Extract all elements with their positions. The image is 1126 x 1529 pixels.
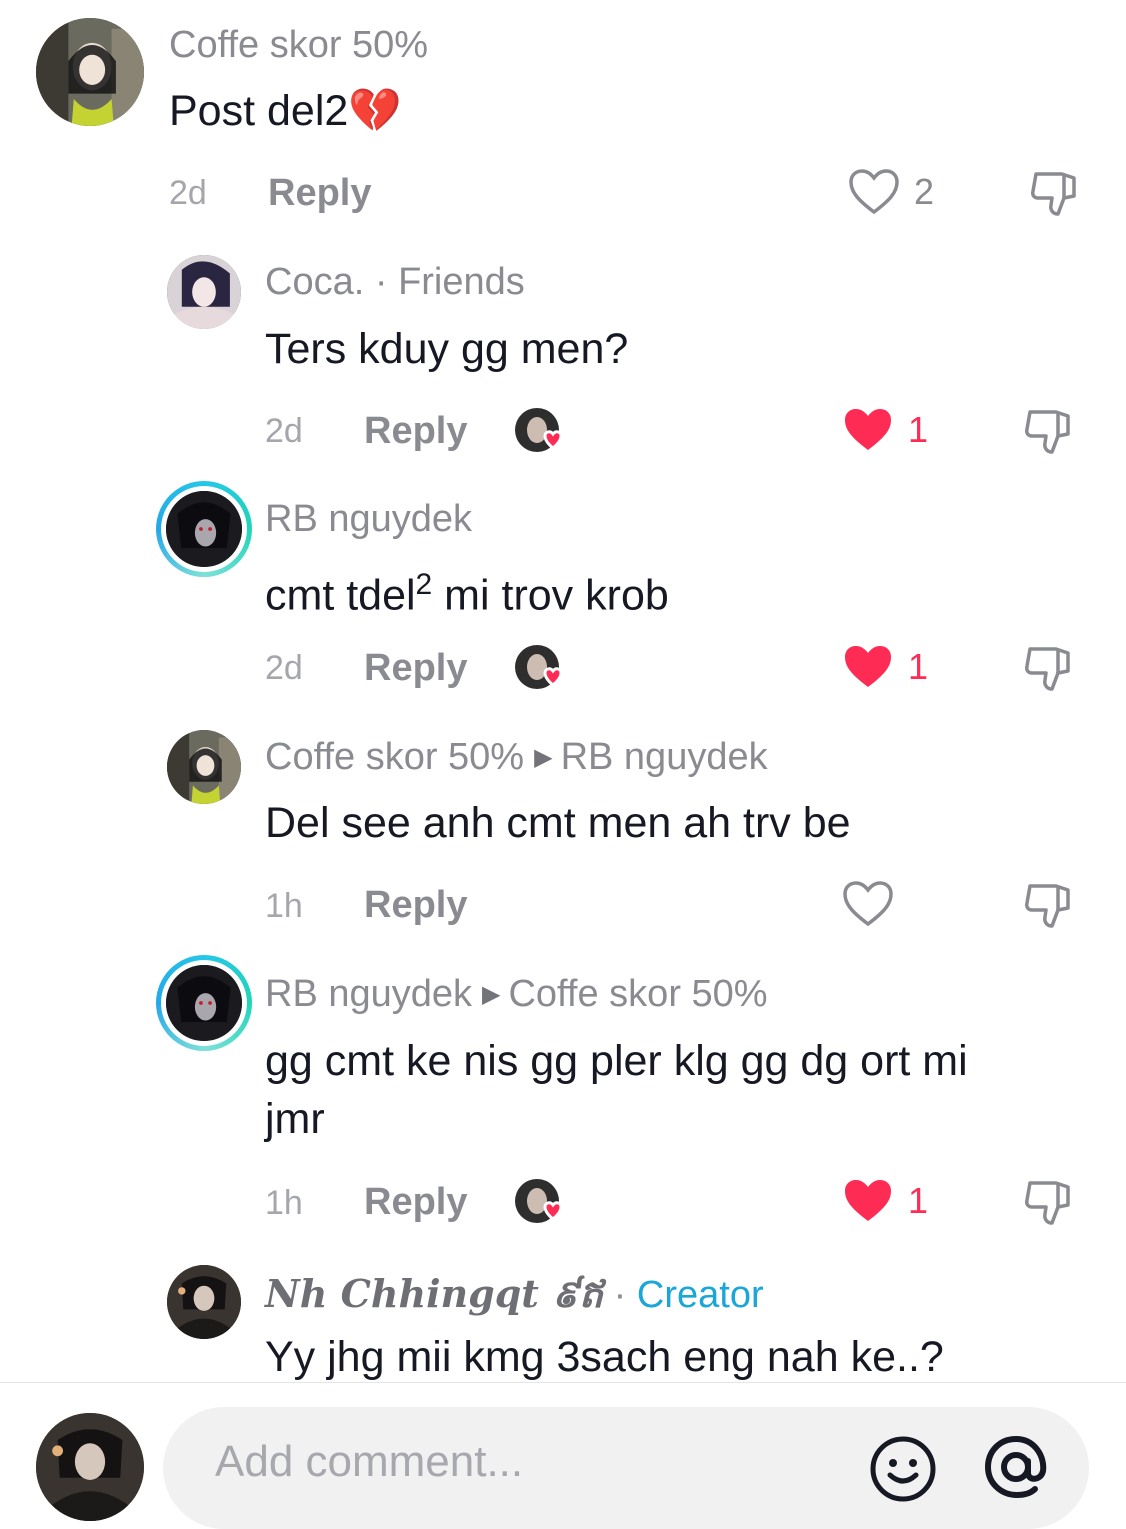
comment-author-line: Coca. · Friends: [265, 261, 525, 304]
comment-text: gg cmt ke nis gg pler klg gg dg ort mi j…: [265, 1032, 968, 1148]
comment-text-main: cmt tdel: [265, 571, 416, 620]
heart-filled-icon: [845, 409, 891, 450]
comment-time: 2d: [265, 412, 303, 450]
reply-to-author[interactable]: Coffe skor 50%: [508, 973, 767, 1015]
reply-button[interactable]: Reply: [364, 884, 467, 927]
like-button[interactable]: 1: [842, 1177, 928, 1225]
like-button[interactable]: 1: [842, 643, 928, 691]
comment-time: 1h: [265, 1184, 303, 1222]
comment-text: cmt tdel2 mi trov krob: [265, 556, 669, 624]
dislike-icon: [1025, 1181, 1070, 1225]
comment-text: Del see anh cmt men ah trv be: [265, 799, 851, 847]
comment-author-line: Nh Chhingqt ៩ឥ · Creator: [265, 1270, 764, 1326]
avatar[interactable]: [167, 730, 241, 804]
comment-text-superscript: 2: [415, 568, 433, 601]
comment-composer: Add comment...: [0, 1382, 1126, 1529]
avatar[interactable]: [167, 1265, 241, 1339]
like-count: 1: [908, 1180, 929, 1221]
like-count: 1: [908, 409, 929, 450]
avatar[interactable]: [167, 255, 241, 329]
emoji-icon[interactable]: [869, 1435, 937, 1508]
like-button[interactable]: 2: [848, 168, 934, 216]
comment-text: Post del2💔: [169, 82, 402, 140]
dislike-button[interactable]: [1022, 1177, 1074, 1234]
dislike-button[interactable]: [1022, 406, 1074, 463]
comment-time: 2d: [265, 649, 303, 687]
friends-tag: Friends: [398, 261, 525, 303]
comment-time: 2d: [169, 174, 207, 212]
like-button[interactable]: [842, 880, 908, 928]
heart-outline-icon: [849, 169, 899, 215]
comment-author[interactable]: Coca.: [265, 261, 364, 303]
dislike-icon: [1025, 884, 1070, 928]
comment-author[interactable]: Coffe skor 50%: [265, 736, 524, 778]
at-mention-icon[interactable]: [981, 1431, 1051, 1508]
heart-outline-icon: [843, 881, 893, 927]
like-count: 2: [914, 171, 935, 212]
dislike-icon: [1025, 647, 1070, 691]
creator-badge: Creator: [636, 1274, 764, 1316]
avatar[interactable]: [166, 491, 242, 567]
comment-time: 1h: [265, 887, 303, 925]
creator-liked-icon: [515, 1177, 569, 1227]
comment-text: Ters kduy gg men?: [265, 325, 629, 373]
reply-arrow-icon: ▶: [482, 981, 501, 1008]
comment-author[interactable]: Nh Chhingqt ៩ឥ: [265, 1271, 603, 1316]
my-avatar[interactable]: [36, 1413, 144, 1521]
comment-text-line: jmr: [265, 1095, 325, 1143]
comment-author-line: Coffe skor 50% ▶ RB nguydek: [265, 736, 768, 779]
comment-thread: Coffe skor 50% Post del2💔 2d Reply 2 Coc…: [0, 0, 1126, 1382]
comment-text: Yy jhg mii kmg 3sach eng nah ke..?: [265, 1333, 944, 1381]
comment-text-rest: mi trov krob: [432, 571, 669, 620]
comment-author-line: RB nguydek ▶ Coffe skor 50%: [265, 973, 768, 1016]
separator: ·: [374, 261, 388, 303]
comment-author[interactable]: Coffe skor 50%: [169, 24, 428, 67]
comment-author[interactable]: RB nguydek: [265, 973, 472, 1015]
heart-filled-icon: [845, 646, 891, 687]
dislike-button[interactable]: [1022, 880, 1074, 937]
dislike-button[interactable]: [1022, 643, 1074, 700]
heart-filled-icon: [845, 1180, 891, 1221]
dislike-icon: [1025, 410, 1070, 454]
dislike-icon: [1031, 172, 1076, 216]
comment-input[interactable]: Add comment...: [163, 1407, 1089, 1529]
like-button[interactable]: 1: [842, 406, 928, 454]
comment-author[interactable]: RB nguydek: [265, 498, 472, 541]
reply-arrow-icon: ▶: [534, 744, 553, 771]
comment-text-content: Post del2💔: [169, 87, 402, 135]
comment-text-line: gg cmt ke nis gg pler klg gg dg ort mi: [265, 1037, 968, 1085]
reply-to-author[interactable]: RB nguydek: [561, 736, 768, 778]
creator-liked-icon: [515, 643, 569, 693]
comment-input-placeholder: Add comment...: [215, 1437, 524, 1486]
creator-liked-icon: [515, 406, 569, 456]
like-count: 1: [908, 646, 929, 687]
avatar[interactable]: [166, 965, 242, 1041]
reply-button[interactable]: Reply: [364, 647, 467, 690]
dislike-button[interactable]: [1028, 168, 1080, 225]
avatar[interactable]: [36, 18, 144, 126]
reply-button[interactable]: Reply: [364, 1181, 467, 1224]
reply-button[interactable]: Reply: [268, 172, 371, 215]
reply-button[interactable]: Reply: [364, 410, 467, 453]
separator: ·: [613, 1274, 627, 1316]
